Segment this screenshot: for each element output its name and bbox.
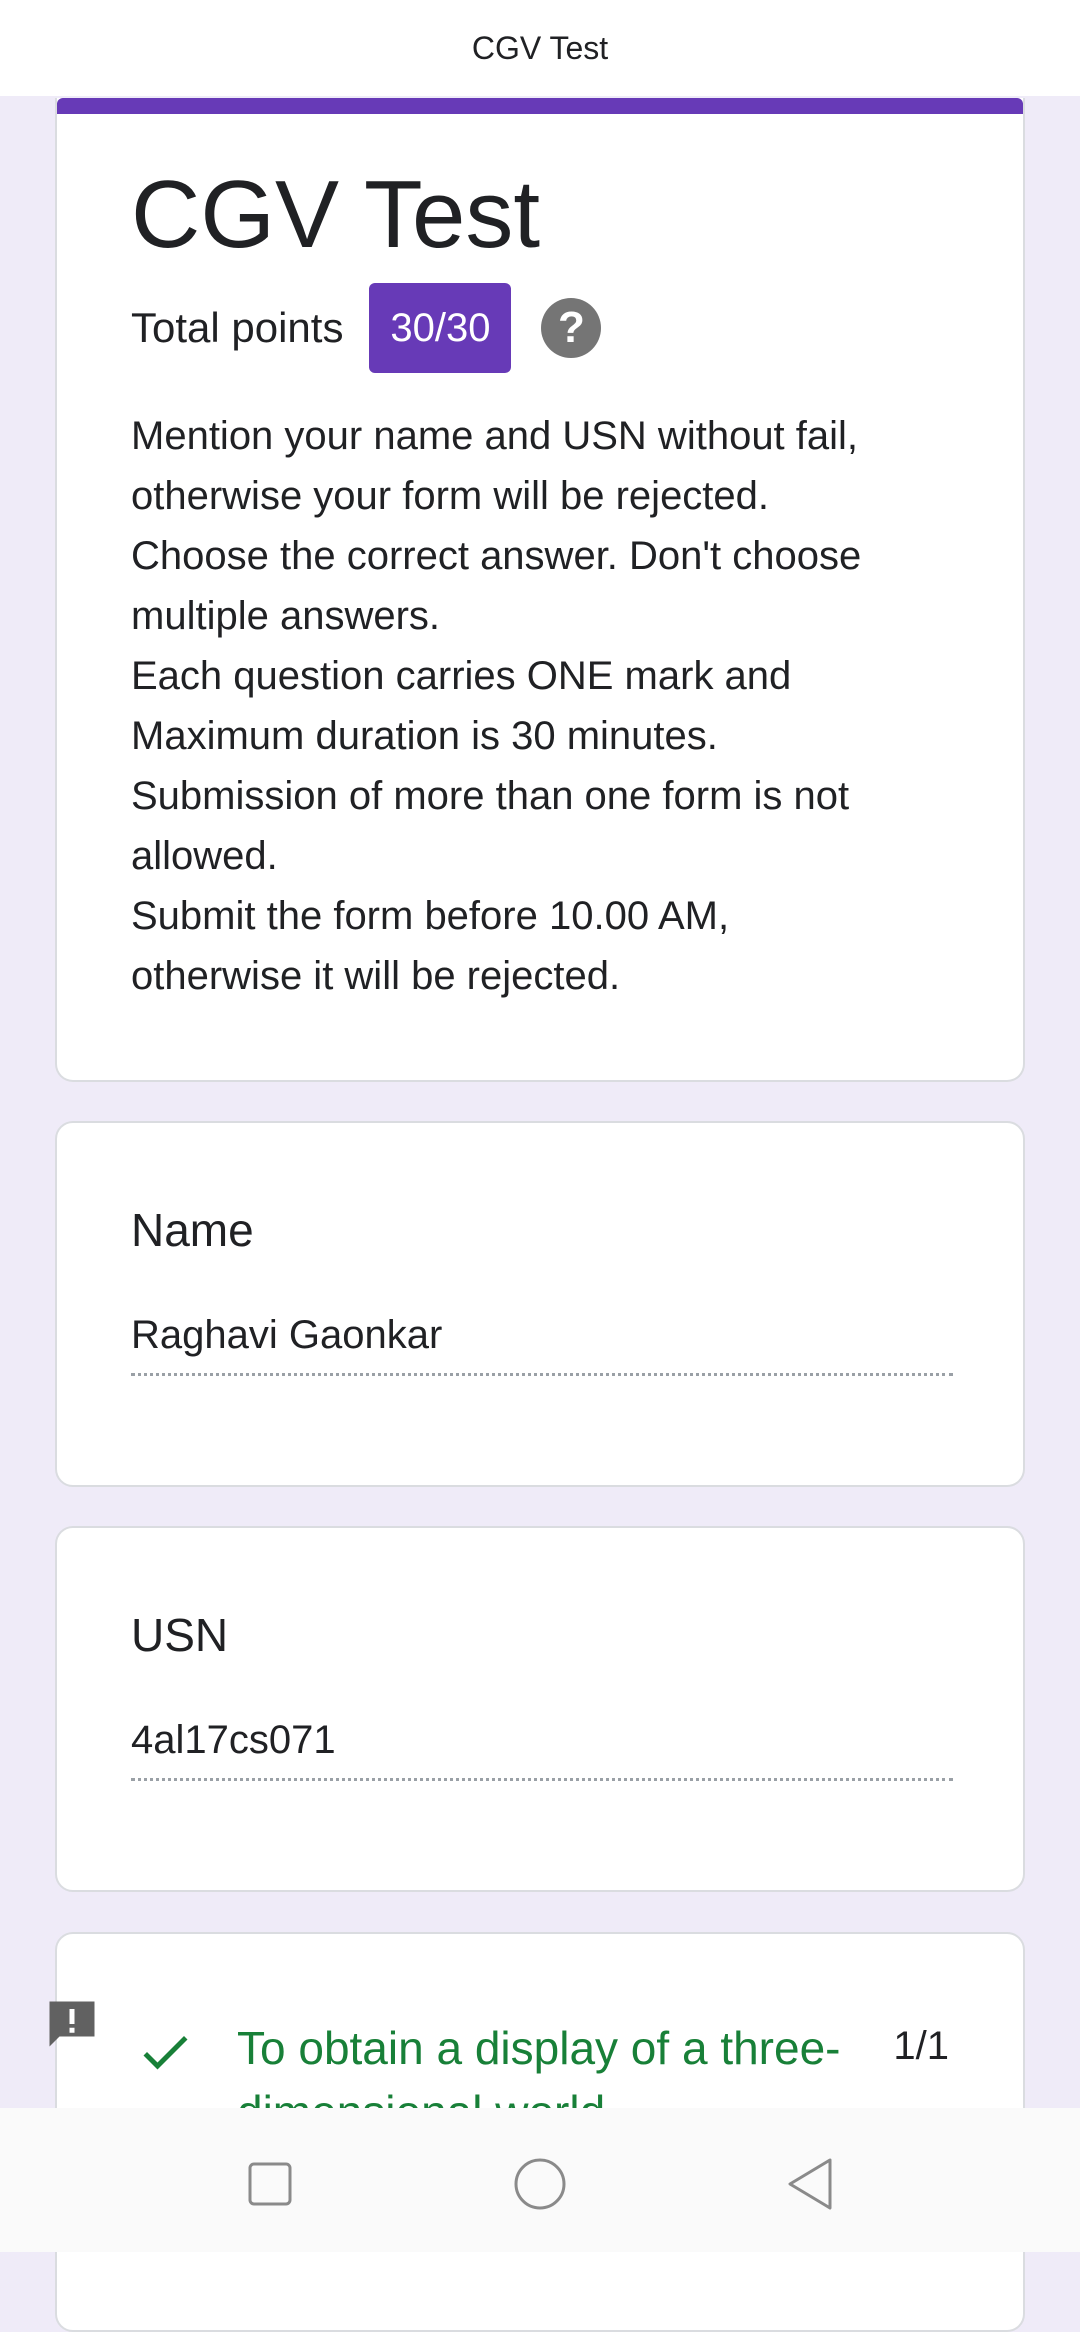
description-line: multiple answers. [131,594,441,638]
total-points-row: Total points 30/30 ? [131,283,602,373]
description-line: Mention your name and USN without fail, [131,414,859,458]
name-question-card: Name Raghavi Gaonkar [55,1121,1025,1487]
total-points-label: Total points [131,304,344,351]
form-accent-bar [57,98,1023,114]
usn-question-card: USN 4al17cs071 [55,1526,1025,1892]
back-icon[interactable] [780,2154,840,2214]
form-description: Mention your name and USN without fail, … [131,406,971,1006]
description-line: otherwise your form will be rejected. [131,474,770,518]
description-line: Each question carries ONE mark and [131,654,792,698]
answer-underline [131,1778,953,1781]
description-line: Submit the form before 10.00 AM, [131,894,730,938]
name-answer: Raghavi Gaonkar [131,1313,443,1357]
description-line: otherwise it will be rejected. [131,954,621,998]
answer-underline [131,1373,953,1376]
home-icon[interactable] [510,2154,570,2214]
question-score: 1/1 [893,2024,949,2068]
report-feedback-icon[interactable] [42,1994,102,2054]
page-title: CGV Test [471,29,609,66]
question-title: USN [131,1609,229,1661]
usn-answer: 4al17cs071 [131,1718,336,1762]
description-line: Submission of more than one form is not [131,774,850,818]
question-title: Name [131,1204,254,1256]
description-line: allowed. [131,834,278,878]
form-header-card: CGV Test Total points 30/30 ? Mention yo… [55,98,1025,1082]
help-icon[interactable]: ? [541,298,602,358]
check-icon [143,2036,188,2070]
form-title: CGV Test [131,161,541,268]
recents-icon[interactable] [240,2154,300,2214]
description-line: Choose the correct answer. Don't choose [131,534,862,578]
description-line: Maximum duration is 30 minutes. [131,714,718,758]
top-app-bar: CGV Test [0,0,1080,96]
system-navigation-bar [0,2108,1080,2252]
score-badge: 30/30 [369,283,512,373]
